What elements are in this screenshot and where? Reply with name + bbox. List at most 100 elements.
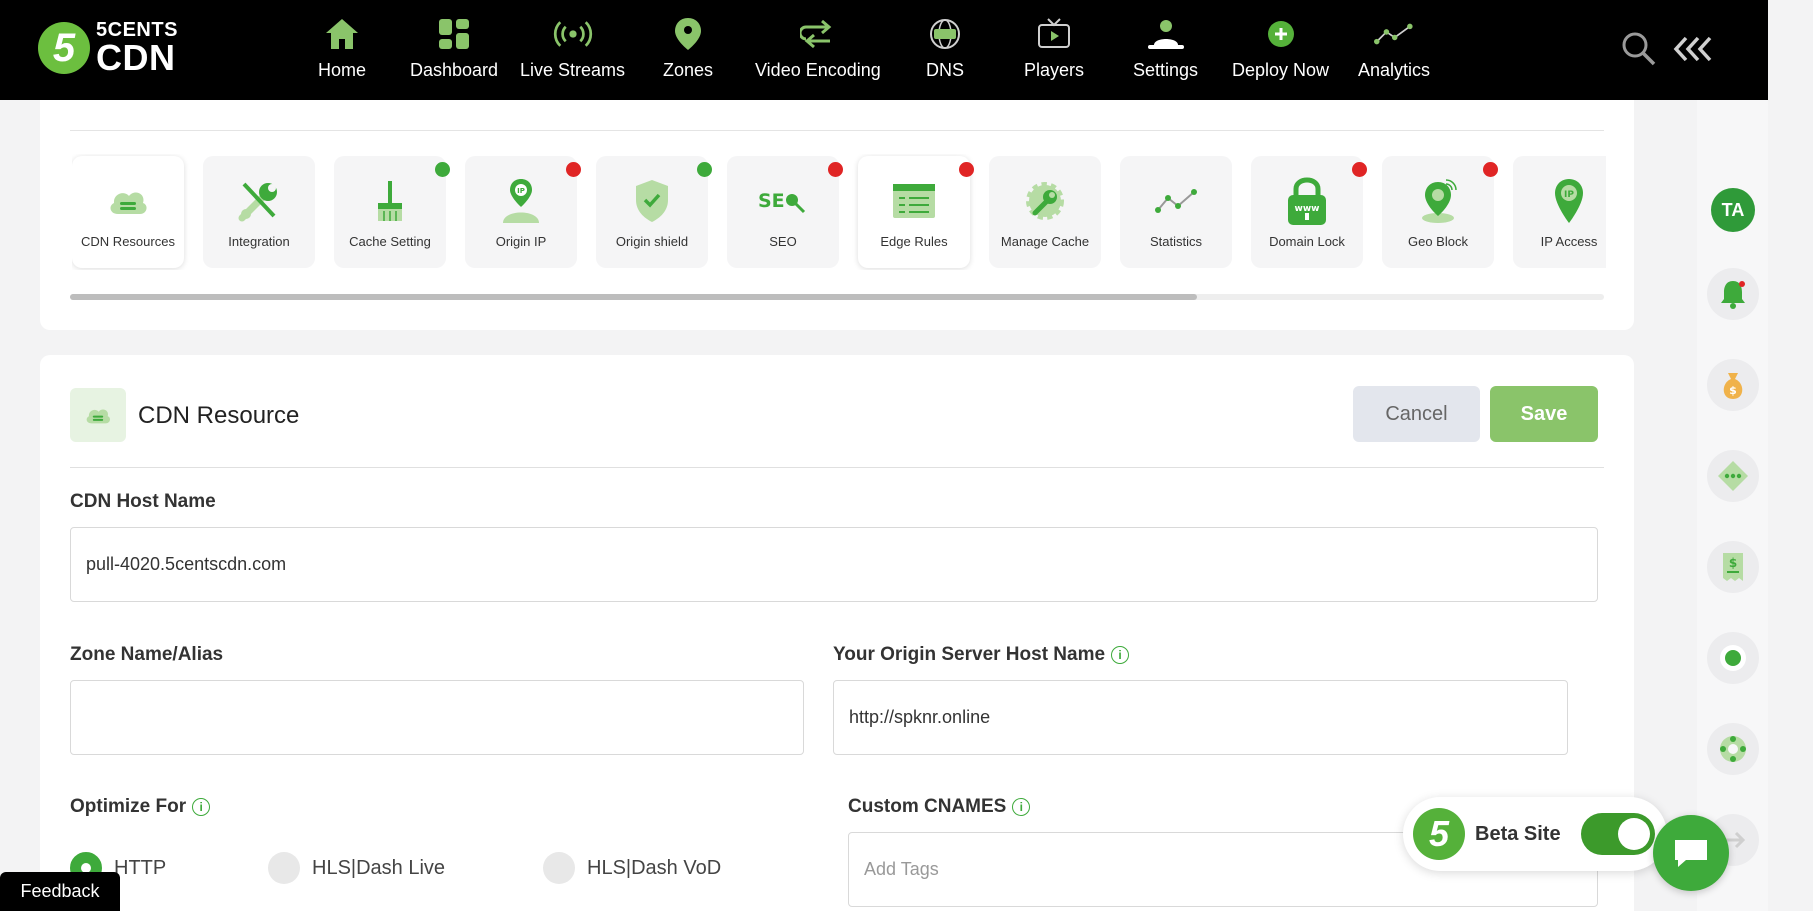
- geo-pin-icon: [1418, 178, 1458, 224]
- status-dot-green: [697, 162, 712, 177]
- svg-text:SE: SE: [758, 190, 785, 212]
- nav-home[interactable]: Home: [318, 14, 366, 86]
- feedback-tab[interactable]: Feedback: [0, 872, 120, 911]
- more-options-icon[interactable]: [1707, 450, 1759, 502]
- beta-site-widget: 5 Beta Site: [1403, 797, 1667, 871]
- info-icon[interactable]: i: [192, 798, 211, 816]
- radio-unselected[interactable]: [543, 852, 575, 884]
- svg-text:IP: IP: [1564, 190, 1574, 200]
- right-utility-rail: TA $ $: [1697, 100, 1768, 911]
- optimize-option-hls-dash-live[interactable]: HLS|Dash Live: [268, 852, 445, 884]
- tile-seo[interactable]: SE SEO: [727, 156, 843, 268]
- tile-origin-ip[interactable]: IP Origin IP: [465, 156, 581, 268]
- cdn-host-name-label: CDN Host Name: [70, 491, 216, 512]
- beta-site-label: Beta Site: [1475, 822, 1561, 845]
- beta-site-toggle[interactable]: [1581, 813, 1655, 855]
- zone-name-label: Zone Name/Alias: [70, 644, 224, 665]
- tile-cdn-resources[interactable]: CDN Resources: [72, 156, 184, 268]
- tile-edge-rules[interactable]: Edge Rules: [858, 156, 974, 268]
- tv-play-icon: [1034, 14, 1074, 54]
- brand-logo[interactable]: 5 5CENTS CDN: [38, 20, 178, 76]
- svg-text:www: www: [1295, 204, 1320, 214]
- money-bag-icon[interactable]: $: [1707, 359, 1759, 411]
- optimize-for-label: Optimize For i: [70, 796, 211, 818]
- settings-tiles-strip[interactable]: CDN Resources Integration Cache Setting …: [72, 154, 1606, 270]
- tiles-scrollbar-thumb[interactable]: [70, 294, 1198, 300]
- nav-deploy-now[interactable]: Deploy Now: [1232, 14, 1329, 86]
- dashboard-icon: [434, 14, 474, 54]
- cancel-button[interactable]: Cancel: [1353, 386, 1480, 442]
- optimize-option-hls-dash-vod[interactable]: HLS|Dash VoD: [543, 852, 721, 884]
- chat-bubble-icon: [1675, 840, 1707, 867]
- status-dot-red: [1352, 162, 1367, 177]
- top-navigation-bar: 5 5CENTS CDN Home Dashboard Live Streams…: [0, 0, 1768, 100]
- svg-text:IP: IP: [517, 187, 525, 195]
- nav-analytics[interactable]: Analytics: [1358, 14, 1430, 86]
- cloud-icon: [70, 388, 126, 442]
- nav-live-streams[interactable]: Live Streams: [520, 14, 625, 86]
- info-icon[interactable]: i: [1111, 646, 1130, 664]
- save-button[interactable]: Save: [1490, 386, 1598, 442]
- tile-manage-cache[interactable]: Manage Cache: [989, 156, 1101, 268]
- svg-text:$: $: [1729, 384, 1737, 397]
- tools-icon: [236, 178, 282, 224]
- encoding-icon: [798, 14, 838, 54]
- cdn-resource-form-card: CDN Resource Cancel Save CDN Host Name p…: [40, 355, 1634, 911]
- analytics-line-icon: [1374, 14, 1414, 54]
- nav-dns[interactable]: DNS: [925, 14, 965, 86]
- tile-origin-shield[interactable]: Origin shield: [596, 156, 712, 268]
- tile-integration[interactable]: Integration: [203, 156, 315, 268]
- cloud-icon: [106, 178, 150, 224]
- avatar[interactable]: TA: [1711, 188, 1755, 232]
- status-dot-red: [959, 162, 974, 177]
- collapse-sidebar-icon[interactable]: [1672, 34, 1714, 69]
- status-dot-red: [828, 162, 843, 177]
- record-icon[interactable]: [1707, 632, 1759, 684]
- tiles-scrollbar[interactable]: [70, 294, 1604, 300]
- ip-location-user-icon: IP: [499, 178, 543, 224]
- settings-tiles-card: CDN Resources Integration Cache Setting …: [40, 100, 1634, 330]
- shield-check-icon: [632, 178, 672, 224]
- lock-icon: www: [1285, 177, 1329, 225]
- cdn-host-name-field[interactable]: pull-4020.5centscdn.com: [70, 527, 1598, 602]
- status-dot-red: [566, 162, 581, 177]
- seo-icon: SE: [758, 178, 808, 224]
- support-lifebuoy-icon[interactable]: [1707, 723, 1759, 775]
- gear-wrench-icon: [1023, 178, 1067, 224]
- tile-geo-block[interactable]: Geo Block: [1382, 156, 1498, 268]
- beta-logo-mark: 5: [1413, 808, 1465, 860]
- nav-dashboard[interactable]: Dashboard: [410, 14, 498, 86]
- map-pin-icon: [668, 14, 708, 54]
- tile-statistics[interactable]: Statistics: [1120, 156, 1232, 268]
- nav-players[interactable]: Players: [1024, 14, 1084, 86]
- nav-settings[interactable]: Settings: [1133, 14, 1198, 86]
- broadcast-icon: [553, 14, 593, 54]
- radio-unselected[interactable]: [268, 852, 300, 884]
- svg-text:$: $: [1729, 556, 1737, 570]
- dns-globe-icon: [925, 14, 965, 54]
- origin-host-name-field[interactable]: http://spknr.online: [833, 680, 1568, 755]
- ip-pin-icon: IP: [1551, 178, 1587, 224]
- zone-name-field[interactable]: [70, 680, 804, 755]
- settings-user-icon: [1146, 14, 1186, 54]
- chat-button[interactable]: [1653, 815, 1729, 891]
- statistics-line-icon: [1154, 178, 1198, 224]
- rules-window-icon: [891, 178, 937, 224]
- broom-icon: [372, 178, 408, 224]
- nav-zones[interactable]: Zones: [663, 14, 713, 86]
- info-icon[interactable]: i: [1012, 798, 1031, 816]
- tile-domain-lock[interactable]: www Domain Lock: [1251, 156, 1367, 268]
- search-icon[interactable]: [1620, 30, 1658, 73]
- invoice-icon[interactable]: $: [1707, 541, 1759, 593]
- custom-cnames-label: Custom CNAMES i: [848, 796, 1031, 818]
- tile-ip-access[interactable]: IP IP Access: [1513, 156, 1606, 268]
- tile-cache-setting[interactable]: Cache Setting: [334, 156, 450, 268]
- status-dot-green: [435, 162, 450, 177]
- status-dot-red: [1483, 162, 1498, 177]
- nav-video-encoding[interactable]: Video Encoding: [755, 14, 881, 86]
- bell-icon[interactable]: [1707, 268, 1759, 320]
- home-icon: [322, 14, 362, 54]
- origin-host-name-label: Your Origin Server Host Name i: [833, 644, 1130, 666]
- logo-mark: 5: [38, 22, 90, 74]
- section-title: CDN Resource: [138, 402, 300, 429]
